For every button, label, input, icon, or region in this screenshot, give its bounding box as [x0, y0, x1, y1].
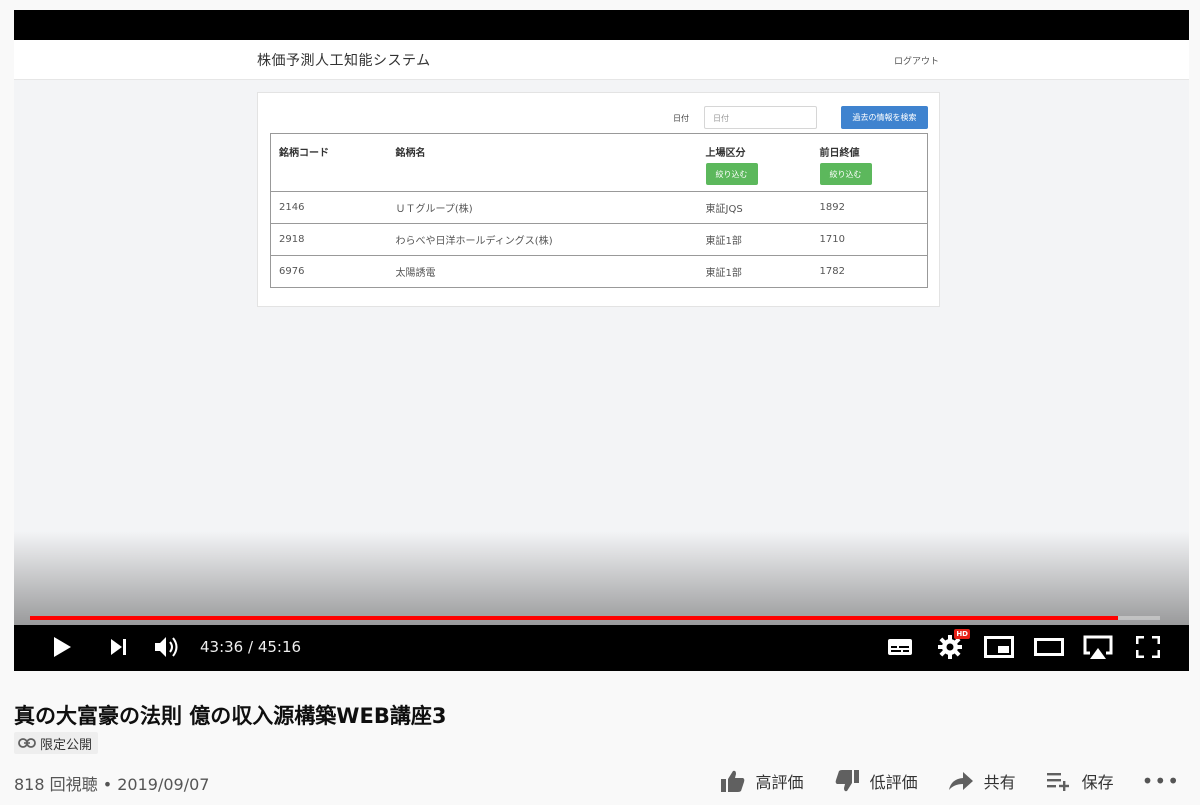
playlist-add-icon	[1046, 773, 1069, 791]
airplay-icon	[1083, 635, 1113, 659]
date-label: 日付	[673, 114, 689, 123]
share-button[interactable]: 共有	[948, 769, 1016, 793]
miniplayer-button[interactable]	[984, 633, 1014, 661]
fullscreen-button[interactable]	[1134, 633, 1162, 661]
cell-code: 6976	[270, 255, 388, 288]
cell-close: 1782	[811, 255, 928, 288]
save-button[interactable]: 保存	[1046, 769, 1114, 793]
filter-close-button: 絞り込む	[819, 163, 872, 185]
column-header-close-label: 前日終値	[819, 148, 860, 159]
fullscreen-icon	[1136, 636, 1160, 658]
search-past-button: 過去の情報を検索	[841, 106, 928, 129]
filter-market-button: 絞り込む	[705, 163, 758, 185]
dislike-button[interactable]: 低評価	[834, 769, 918, 793]
airplay-button[interactable]	[1082, 633, 1114, 661]
progress-played	[30, 616, 1119, 620]
table-row: 2918 わらべや日洋ホールディングス(株) 東証1部 1710	[270, 223, 928, 256]
theater-mode-button[interactable]	[1034, 633, 1064, 661]
stock-card: 日付 日付 過去の情報を検索 銘柄コード 銘柄名 上場区分 絞り込む 前日終値 …	[257, 92, 940, 307]
visibility-badge: 限定公開	[14, 732, 99, 754]
table-row: 2146 ＵＴグループ(株) 東証JQS 1892	[270, 191, 928, 224]
cell-close: 1710	[811, 223, 928, 256]
video-title: 真の大富豪の法則 億の収入源構築WEB講座3	[14, 704, 447, 728]
stock-table: 銘柄コード 銘柄名 上場区分 絞り込む 前日終値 絞り込む 2146 ＵＴグルー…	[270, 133, 928, 288]
logout-link: ログアウト	[894, 57, 940, 67]
theater-icon	[1034, 638, 1064, 656]
player-controls: 43:36 / 45:16 HD	[14, 625, 1189, 671]
play-icon	[54, 637, 71, 657]
share-label: 共有	[983, 773, 1016, 792]
table-row: 6976 太陽誘電 東証1部 1782	[270, 255, 928, 288]
cell-code: 2918	[270, 223, 388, 256]
link-icon	[18, 738, 36, 748]
column-header-code: 銘柄コード	[270, 133, 388, 192]
app-navbar: 株価予測人工知能システム ログアウト	[14, 40, 1189, 80]
subtitles-button[interactable]	[886, 633, 914, 661]
volume-button[interactable]	[152, 633, 182, 661]
cell-name: 太陽誘電	[387, 255, 698, 288]
cell-name: ＵＴグループ(株)	[387, 191, 698, 224]
cell-close: 1892	[811, 191, 928, 224]
save-label: 保存	[1081, 773, 1114, 792]
dislike-label: 低評価	[869, 773, 918, 792]
share-icon	[948, 772, 973, 790]
app-brand: 株価予測人工知能システム	[257, 53, 431, 69]
thumbs-up-icon	[720, 770, 744, 792]
table-header-row: 銘柄コード 銘柄名 上場区分 絞り込む 前日終値 絞り込む	[270, 133, 928, 192]
video-frame[interactable]: 株価予測人工知能システム ログアウト 日付 日付 過去の情報を検索 銘柄コード …	[14, 40, 1189, 671]
video-meta: 818 回視聴 • 2019/09/07	[14, 775, 210, 794]
subtitles-icon	[888, 639, 912, 655]
settings-button[interactable]: HD	[936, 629, 970, 661]
progress-bar[interactable]	[30, 616, 1160, 620]
more-actions-button[interactable]: •••	[1142, 769, 1180, 793]
cell-code: 2146	[270, 191, 388, 224]
visibility-label: 限定公開	[40, 737, 93, 753]
like-label: 高評価	[755, 773, 804, 792]
cell-name: わらべや日洋ホールディングス(株)	[387, 223, 698, 256]
column-header-market: 上場区分 絞り込む	[697, 133, 812, 192]
cell-market: 東証1部	[697, 255, 812, 288]
column-header-close: 前日終値 絞り込む	[811, 133, 928, 192]
cell-market: 東証JQS	[697, 191, 812, 224]
miniplayer-icon	[984, 636, 1014, 658]
date-field: 日付	[704, 106, 817, 129]
action-bar: 高評価 低評価 共有 保存 •••	[690, 769, 1180, 793]
next-button[interactable]	[107, 633, 131, 661]
column-header-market-label: 上場区分	[705, 148, 746, 159]
cell-market: 東証1部	[697, 223, 812, 256]
thumbs-down-icon	[835, 770, 859, 792]
next-icon	[111, 639, 126, 655]
like-button[interactable]: 高評価	[720, 769, 804, 793]
volume-icon	[155, 637, 178, 657]
time-display: 43:36 / 45:16	[200, 638, 302, 656]
video-player[interactable]: 株価予測人工知能システム ログアウト 日付 日付 過去の情報を検索 銘柄コード …	[14, 10, 1189, 671]
hd-badge: HD	[954, 629, 970, 639]
column-header-name: 銘柄名	[387, 133, 698, 192]
play-button[interactable]	[50, 633, 74, 661]
